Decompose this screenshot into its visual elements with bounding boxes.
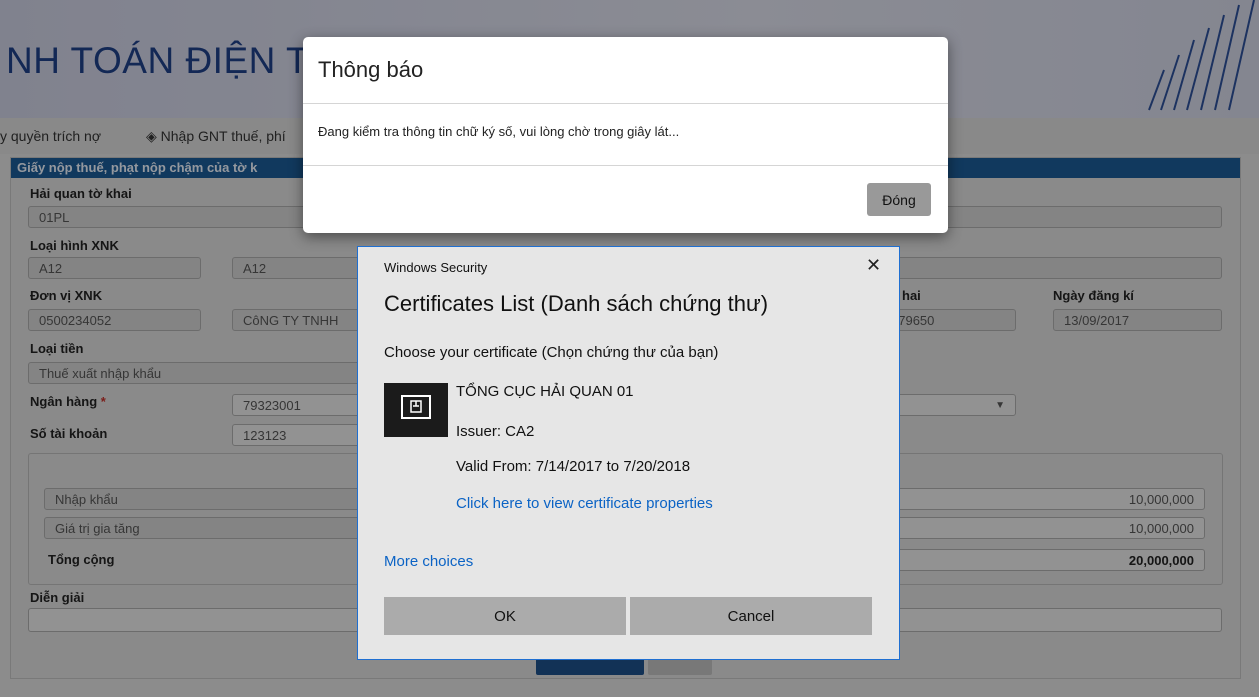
certificate-validity: Valid From: 7/14/2017 to 7/20/2018	[456, 458, 691, 475]
notification-modal: Thông báo Đang kiểm tra thông tin chữ ký…	[303, 37, 948, 233]
modal-title: Thông báo	[318, 57, 424, 82]
modal-message: Đang kiểm tra thông tin chữ ký số, vui l…	[318, 124, 680, 139]
dialog-title: Certificates List (Danh sách chứng thư)	[384, 291, 769, 316]
divider	[303, 165, 948, 166]
cancel-button[interactable]: Cancel	[630, 597, 872, 635]
windows-security-dialog: Windows Security ✕ Certificates List (Da…	[357, 246, 900, 660]
certificate-name[interactable]: TỔNG CỤC HẢI QUAN 01	[456, 383, 634, 400]
certificate-issuer: Issuer: CA2	[456, 423, 535, 440]
close-icon[interactable]: ✕	[866, 255, 881, 276]
certificate-glyph-icon	[401, 395, 431, 419]
certificate-icon	[384, 383, 448, 437]
dialog-caption: Windows Security	[384, 260, 488, 275]
divider	[303, 103, 948, 104]
view-properties-link[interactable]: Click here to view certificate propertie…	[456, 495, 713, 512]
close-button[interactable]: Đóng	[867, 183, 931, 216]
more-choices-link[interactable]: More choices	[384, 553, 473, 570]
ok-button[interactable]: OK	[384, 597, 626, 635]
dialog-subtitle: Choose your certificate (Chọn chứng thư …	[384, 344, 719, 361]
